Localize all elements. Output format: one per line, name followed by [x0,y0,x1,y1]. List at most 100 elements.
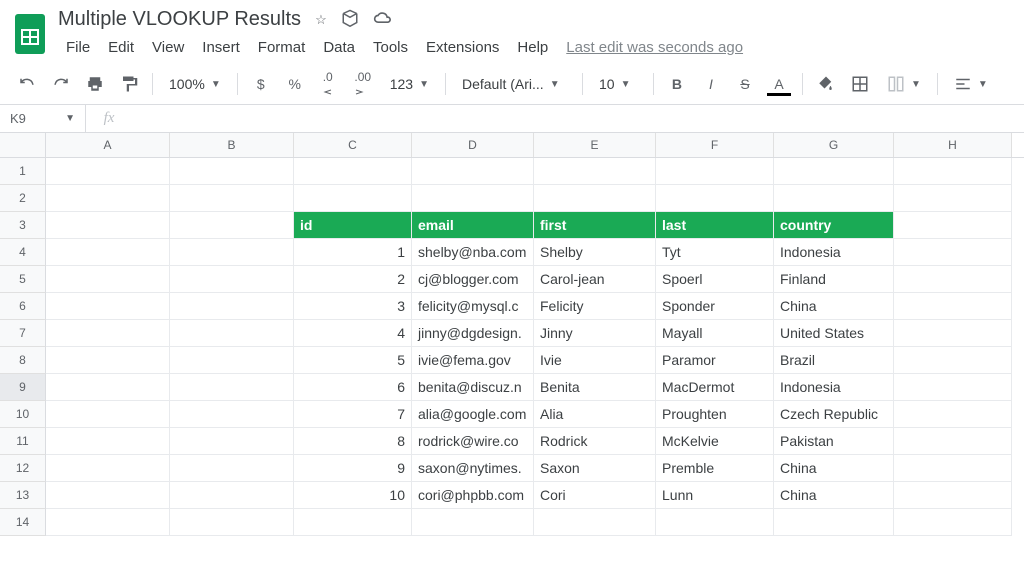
currency-button[interactable]: $ [246,70,276,98]
cell[interactable] [656,185,774,212]
cell[interactable] [46,455,170,482]
cell[interactable] [774,158,894,185]
cell-first[interactable]: Carol-jean [534,266,656,293]
col-header-A[interactable]: A [46,133,170,157]
percent-button[interactable]: % [280,70,310,98]
cell-country[interactable]: Czech Republic [774,401,894,428]
cell-last[interactable]: Paramor [656,347,774,374]
cell-country[interactable]: Indonesia [774,374,894,401]
decrease-decimal-button[interactable]: .0 [314,70,344,98]
strikethrough-button[interactable]: S [730,70,760,98]
cell-id[interactable]: 6 [294,374,412,401]
cell-first[interactable]: Cori [534,482,656,509]
cell-email[interactable]: cori@phpbb.com [412,482,534,509]
menu-view[interactable]: View [144,35,192,60]
cell-first[interactable]: Saxon [534,455,656,482]
cell[interactable] [894,482,1012,509]
cell[interactable] [170,293,294,320]
row-header[interactable]: 3 [0,212,46,239]
cell[interactable] [170,428,294,455]
cell[interactable] [894,158,1012,185]
cell-email[interactable]: saxon@nytimes. [412,455,534,482]
table-header-email[interactable]: email [412,212,534,239]
cell-first[interactable]: Felicity [534,293,656,320]
row-header[interactable]: 1 [0,158,46,185]
cell-last[interactable]: Tyt [656,239,774,266]
row-header[interactable]: 7 [0,320,46,347]
cell-first[interactable]: Ivie [534,347,656,374]
cell-id[interactable]: 3 [294,293,412,320]
cell[interactable] [46,158,170,185]
cell-email[interactable]: rodrick@wire.co [412,428,534,455]
col-header-H[interactable]: H [894,133,1012,157]
cell[interactable] [46,509,170,536]
print-button[interactable] [80,70,110,98]
cell[interactable] [412,185,534,212]
cell-last[interactable]: Sponder [656,293,774,320]
col-header-C[interactable]: C [294,133,412,157]
cell[interactable] [534,509,656,536]
last-edit-link[interactable]: Last edit was seconds ago [558,35,751,60]
cell[interactable] [46,320,170,347]
cell[interactable] [894,293,1012,320]
row-header[interactable]: 10 [0,401,46,428]
cell[interactable] [656,158,774,185]
font-size-select[interactable]: 10▼ [591,76,645,92]
select-all-corner[interactable] [0,133,46,157]
star-icon[interactable]: ☆ [315,12,327,28]
redo-button[interactable] [46,70,76,98]
cell-id[interactable]: 4 [294,320,412,347]
col-header-E[interactable]: E [534,133,656,157]
cell-id[interactable]: 10 [294,482,412,509]
cell[interactable] [170,455,294,482]
cell[interactable] [294,509,412,536]
cell-id[interactable]: 7 [294,401,412,428]
cell[interactable] [774,509,894,536]
table-header-first[interactable]: first [534,212,656,239]
cell[interactable] [170,374,294,401]
borders-button[interactable] [845,70,875,98]
cell[interactable] [894,509,1012,536]
cell-email[interactable]: shelby@nba.com [412,239,534,266]
cell-country[interactable]: United States [774,320,894,347]
row-header[interactable]: 2 [0,185,46,212]
cell[interactable] [170,158,294,185]
cell-country[interactable]: China [774,455,894,482]
cell-first[interactable]: Alia [534,401,656,428]
cell-country[interactable]: China [774,293,894,320]
cell[interactable] [46,428,170,455]
menu-extensions[interactable]: Extensions [418,35,507,60]
cell[interactable] [294,158,412,185]
cell-first[interactable]: Rodrick [534,428,656,455]
cell[interactable] [894,374,1012,401]
cell[interactable] [894,239,1012,266]
cell[interactable] [170,185,294,212]
fill-color-button[interactable] [811,70,841,98]
font-select[interactable]: Default (Ari...▼ [454,76,574,92]
cell[interactable] [170,509,294,536]
row-header[interactable]: 14 [0,509,46,536]
menu-file[interactable]: File [58,35,98,60]
row-header[interactable]: 4 [0,239,46,266]
increase-decimal-button[interactable]: .00 [348,70,378,98]
cell[interactable] [534,158,656,185]
number-format-select[interactable]: 123▼ [382,76,437,92]
table-header-id[interactable]: id [294,212,412,239]
menu-help[interactable]: Help [509,35,556,60]
cell-email[interactable]: alia@google.com [412,401,534,428]
cell[interactable] [894,347,1012,374]
cloud-icon[interactable] [373,10,393,29]
cell-email[interactable]: benita@discuz.n [412,374,534,401]
menu-edit[interactable]: Edit [100,35,142,60]
cell-last[interactable]: MacDermot [656,374,774,401]
zoom-select[interactable]: 100%▼ [161,76,229,92]
cell[interactable] [46,374,170,401]
cell[interactable] [170,239,294,266]
cell-email[interactable]: ivie@fema.gov [412,347,534,374]
cell-first[interactable]: Shelby [534,239,656,266]
merge-cells-button[interactable]: ▼ [879,75,929,93]
cell-country[interactable]: Brazil [774,347,894,374]
cell-id[interactable]: 9 [294,455,412,482]
bold-button[interactable]: B [662,70,692,98]
cell[interactable] [412,509,534,536]
